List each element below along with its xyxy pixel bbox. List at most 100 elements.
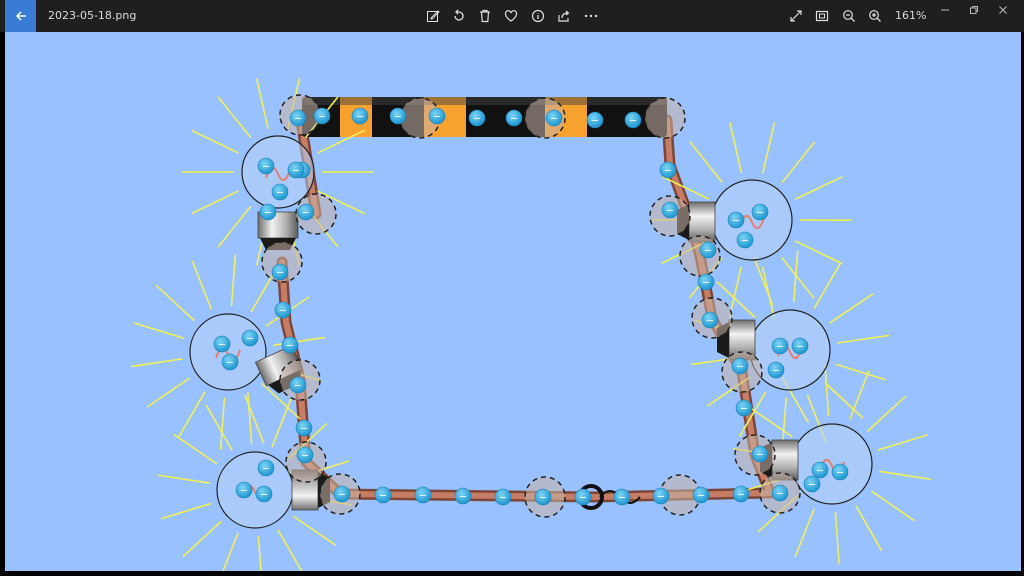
electron: − xyxy=(468,109,486,127)
info-icon xyxy=(531,9,545,23)
light-ray xyxy=(255,78,269,130)
electron: − xyxy=(333,485,351,503)
light-ray xyxy=(813,263,841,309)
electron: − xyxy=(505,109,523,127)
electron: − xyxy=(771,337,789,355)
light-ray xyxy=(244,394,265,444)
light-ray xyxy=(191,129,239,154)
electron: − xyxy=(574,488,592,506)
electron-symbol: − xyxy=(286,341,294,352)
share-icon xyxy=(558,10,570,22)
delete-button[interactable] xyxy=(475,6,495,26)
electron-symbol: − xyxy=(704,246,712,257)
rotate-icon xyxy=(454,9,464,21)
electron-symbol: − xyxy=(737,490,745,501)
light-ray xyxy=(130,358,183,368)
restore-button[interactable] xyxy=(961,2,987,18)
electron: − xyxy=(736,231,754,249)
image-canvas[interactable]: − − − − − − − − − − − − − − − − − − − − − − − − − − − − − − − − − − − − − − − −… xyxy=(5,32,1021,571)
light-ray xyxy=(182,520,222,558)
electron: − xyxy=(791,337,809,355)
electron: − xyxy=(751,445,769,463)
junction-ring xyxy=(644,97,686,139)
light-ray xyxy=(835,363,886,381)
electron: − xyxy=(831,463,849,481)
light-ray xyxy=(728,266,742,318)
electron: − xyxy=(771,484,789,502)
electron-symbol: − xyxy=(301,451,309,462)
minimize-button[interactable] xyxy=(932,2,958,18)
electron-symbol: − xyxy=(702,278,710,289)
share-button[interactable] xyxy=(554,6,574,26)
electron: − xyxy=(751,203,769,221)
light-ray xyxy=(762,122,776,174)
rotate-button[interactable] xyxy=(449,6,469,26)
electron-symbol: − xyxy=(246,334,254,345)
electron: − xyxy=(271,263,289,281)
electron: − xyxy=(297,203,315,221)
edit-image-button[interactable] xyxy=(423,6,443,26)
electron-symbol: − xyxy=(510,114,518,125)
light-ray xyxy=(829,293,874,324)
fit-to-window-button[interactable] xyxy=(812,6,832,26)
electron: − xyxy=(659,161,677,179)
electron: − xyxy=(213,335,231,353)
electron: − xyxy=(351,107,369,125)
electron-symbol: − xyxy=(629,116,637,127)
electron: − xyxy=(811,461,829,479)
zoom-in-button[interactable] xyxy=(865,6,885,26)
light-ray xyxy=(824,364,830,417)
light-ray xyxy=(271,398,292,448)
electron-symbol: − xyxy=(318,112,326,123)
light-ray xyxy=(794,176,843,200)
light-ray xyxy=(217,96,252,139)
photo-viewer-window: 2023-05-18.png 161% − − − − − − − − − − … xyxy=(0,0,1024,576)
zoom-level[interactable]: 161% xyxy=(895,9,926,22)
electron: − xyxy=(803,475,821,493)
electron: − xyxy=(731,357,749,375)
light-ray xyxy=(277,529,303,571)
electron: − xyxy=(697,273,715,291)
electron: − xyxy=(767,361,785,379)
electron-symbol: − xyxy=(262,162,270,173)
electron-symbol: − xyxy=(292,166,300,177)
info-button[interactable] xyxy=(528,6,548,26)
electron-symbol: − xyxy=(796,342,804,353)
electron-symbol: − xyxy=(276,188,284,199)
electron-symbol: − xyxy=(591,116,599,127)
electron-symbol: − xyxy=(218,340,226,351)
electron-symbol: − xyxy=(294,381,302,392)
electron-symbol: − xyxy=(499,493,507,504)
favorite-heart-icon xyxy=(504,10,518,22)
light-ray xyxy=(866,395,907,433)
favorite-button[interactable] xyxy=(501,6,521,26)
electron: − xyxy=(241,329,259,347)
back-button[interactable] xyxy=(5,0,36,32)
light-ray xyxy=(173,434,218,465)
electron: − xyxy=(652,487,670,505)
light-ray xyxy=(834,511,840,564)
light-ray xyxy=(247,392,253,445)
electron-symbol: − xyxy=(279,306,287,317)
electron: − xyxy=(289,109,307,127)
restore-icon xyxy=(970,6,978,14)
electron-symbol: − xyxy=(756,450,764,461)
electron-symbol: − xyxy=(264,208,272,219)
more-options-button[interactable] xyxy=(581,6,601,26)
electron-symbol: − xyxy=(240,486,248,497)
light-ray xyxy=(230,254,237,307)
light-ray xyxy=(157,474,210,484)
electron-symbol: − xyxy=(772,366,780,377)
back-arrow-icon xyxy=(15,11,26,21)
electron: − xyxy=(534,488,552,506)
electron: − xyxy=(255,485,273,503)
fullscreen-button[interactable] xyxy=(786,6,806,26)
electron-symbol: − xyxy=(539,493,547,504)
zoom-out-button[interactable] xyxy=(839,6,859,26)
electron: − xyxy=(428,107,446,125)
electron: − xyxy=(271,183,289,201)
electron: − xyxy=(221,353,239,371)
close-button[interactable] xyxy=(990,2,1016,18)
light-ray xyxy=(222,532,239,571)
light-ray xyxy=(134,322,185,340)
